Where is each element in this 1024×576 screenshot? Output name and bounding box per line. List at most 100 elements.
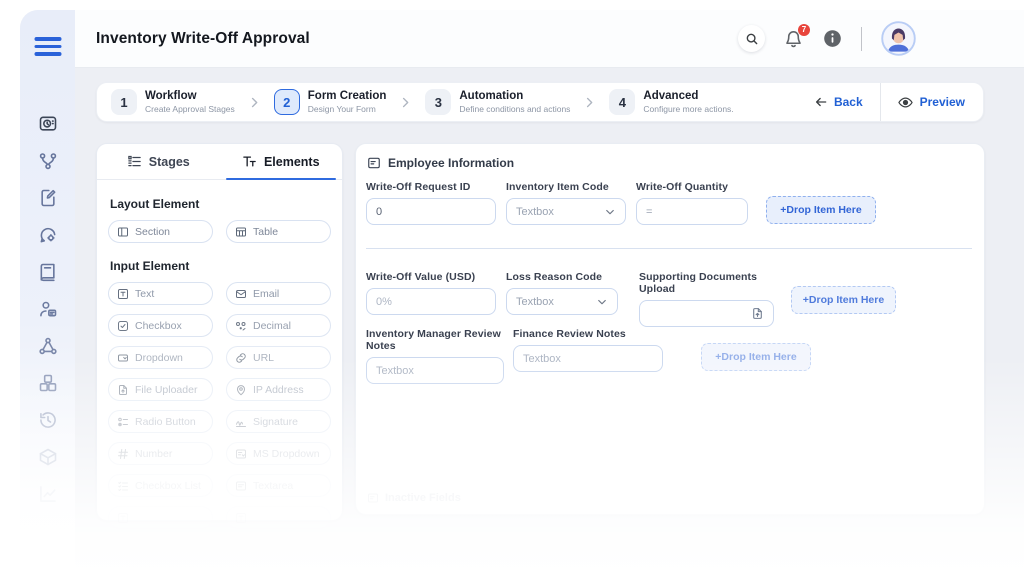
step-advanced[interactable]: 4 Advanced Configure more actions. — [609, 89, 734, 115]
element-button-checkbox[interactable]: Checkbox — [108, 314, 213, 337]
element-button-ip-address[interactable]: IP Address — [226, 378, 331, 401]
element-button-decimal[interactable]: Decimal — [226, 314, 331, 337]
writeoff-request-id-input[interactable] — [366, 198, 496, 225]
layout-element-grid: Section Table — [108, 220, 331, 243]
location-pin-icon — [235, 384, 247, 396]
blocks-icon[interactable] — [38, 373, 58, 393]
loss-reason-code-select[interactable]: Textbox — [506, 288, 618, 315]
page-title: Inventory Write-Off Approval — [96, 29, 310, 47]
info-icon — [823, 29, 842, 48]
element-button-section[interactable]: Section — [108, 220, 213, 243]
notification-badge: 7 — [798, 23, 810, 36]
network-icon[interactable] — [38, 336, 58, 356]
element-button-email[interactable]: Email — [226, 282, 331, 305]
text-icon — [117, 288, 129, 300]
inactive-fields-icon — [367, 492, 379, 504]
info-button[interactable] — [823, 29, 842, 48]
content-area: 1 Workflow Create Approval Stages 2 Form… — [75, 68, 1024, 576]
inventory-item-code-select[interactable]: Textbox — [506, 198, 626, 225]
element-button-file-uploader[interactable]: File Uploader — [108, 378, 213, 401]
app-window: Inventory Write-Off Approval 7 1 Workflo… — [0, 0, 1024, 576]
inactive-fields-label: Inactive Fields — [367, 492, 461, 504]
preview-button[interactable]: Preview — [881, 83, 983, 121]
radio-button-icon — [117, 416, 129, 428]
flow-icon[interactable] — [38, 151, 58, 171]
drop-zone-1[interactable]: +Drop Item Here — [766, 196, 876, 224]
arrow-left-icon — [814, 95, 828, 109]
monitor-clock-icon[interactable] — [38, 114, 58, 134]
search-button[interactable] — [738, 25, 765, 52]
ghost-icon — [235, 512, 247, 524]
element-button-table[interactable]: Table — [226, 220, 331, 243]
form-canvas: Employee Information Write-Off Request I… — [355, 143, 985, 515]
stepper-bar: 1 Workflow Create Approval Stages 2 Form… — [96, 82, 984, 122]
element-button-ghost[interactable] — [226, 506, 331, 529]
eye-icon — [898, 95, 913, 110]
chart-icon[interactable] — [38, 484, 58, 504]
drop-zone-3[interactable]: +Drop Item Here — [701, 343, 811, 371]
field-label: Write-Off Request ID — [366, 181, 471, 193]
tab-stages[interactable]: Stages — [97, 144, 220, 179]
form-card-icon — [367, 156, 381, 170]
chevron-right-icon — [399, 96, 412, 109]
element-button-signature[interactable]: Signature — [226, 410, 331, 433]
element-button-number[interactable]: Number — [108, 442, 213, 465]
supporting-documents-upload-input[interactable] — [639, 300, 774, 327]
field-label: Loss Reason Code — [506, 271, 603, 283]
top-header: Inventory Write-Off Approval 7 — [75, 10, 1024, 68]
step-form-creation[interactable]: 2 Form Creation Design Your Form — [273, 89, 386, 115]
writeoff-value-input[interactable] — [366, 288, 496, 315]
avatar[interactable] — [881, 21, 916, 56]
history-icon[interactable] — [38, 410, 58, 430]
notifications-button[interactable]: 7 — [784, 23, 810, 49]
sidebar — [20, 10, 75, 576]
inventory-manager-review-notes-input[interactable] — [366, 357, 504, 384]
panel-body: Layout Element Section Table Input Eleme… — [97, 180, 342, 537]
field-label: Inventory Manager Review Notes — [366, 328, 501, 352]
element-button-radio[interactable]: Radio Button — [108, 410, 213, 433]
file-upload-icon — [117, 384, 129, 396]
field-label: Finance Review Notes — [513, 328, 626, 340]
chevron-right-icon — [248, 96, 261, 109]
field-writeoff-request-id: Write-Off Request ID — [366, 181, 496, 225]
element-button-dropdown[interactable]: Dropdown — [108, 346, 213, 369]
book-icon[interactable] — [38, 262, 58, 282]
section-icon — [117, 226, 129, 238]
field-writeoff-value: Write-Off Value (USD) — [366, 271, 496, 315]
user-badge-icon[interactable] — [38, 299, 58, 319]
sidebar-nav — [20, 114, 75, 504]
element-button-checkbox-list[interactable]: Checkbox List — [108, 474, 213, 497]
chevron-down-icon — [604, 206, 616, 218]
tab-elements[interactable]: Elements — [220, 144, 343, 180]
element-button-textarea[interactable]: Textarea — [226, 474, 331, 497]
field-finance-review-notes: Finance Review Notes — [513, 328, 663, 372]
elements-panel: Stages Elements Layout Element Section T… — [96, 143, 343, 529]
drop-zone-2[interactable]: +Drop Item Here — [791, 286, 896, 314]
field-loss-reason-code: Loss Reason Code Textbox — [506, 271, 618, 315]
element-button-ghost[interactable] — [108, 506, 213, 529]
document-edit-icon[interactable] — [38, 188, 58, 208]
table-icon — [235, 226, 247, 238]
menu-icon[interactable] — [34, 37, 61, 56]
chat-settings-icon[interactable] — [38, 225, 58, 245]
back-button[interactable]: Back — [814, 95, 863, 109]
field-writeoff-quantity: Write-Off Quantity — [636, 181, 748, 225]
step-workflow[interactable]: 1 Workflow Create Approval Stages — [111, 89, 235, 115]
box-icon[interactable] — [38, 447, 58, 467]
field-inventory-item-code: Inventory Item Code Textbox — [506, 181, 626, 225]
writeoff-quantity-input[interactable] — [636, 198, 748, 225]
header-divider — [861, 26, 862, 51]
element-button-text[interactable]: Text — [108, 282, 213, 305]
element-button-url[interactable]: URL — [226, 346, 331, 369]
dropdown-icon — [117, 352, 129, 364]
element-button-ms-dropdown[interactable]: MS Dropdown — [226, 442, 331, 465]
checkbox-list-icon — [117, 480, 129, 492]
chevron-right-icon — [583, 96, 596, 109]
field-label: Write-Off Value (USD) — [366, 271, 476, 283]
finance-review-notes-input[interactable] — [513, 345, 663, 372]
multi-select-dropdown-icon — [235, 448, 247, 460]
step-automation[interactable]: 3 Automation Define conditions and actio… — [425, 89, 570, 115]
chevron-down-icon — [596, 296, 608, 308]
ghost-icon — [117, 512, 129, 524]
input-element-title: Input Element — [110, 259, 190, 273]
